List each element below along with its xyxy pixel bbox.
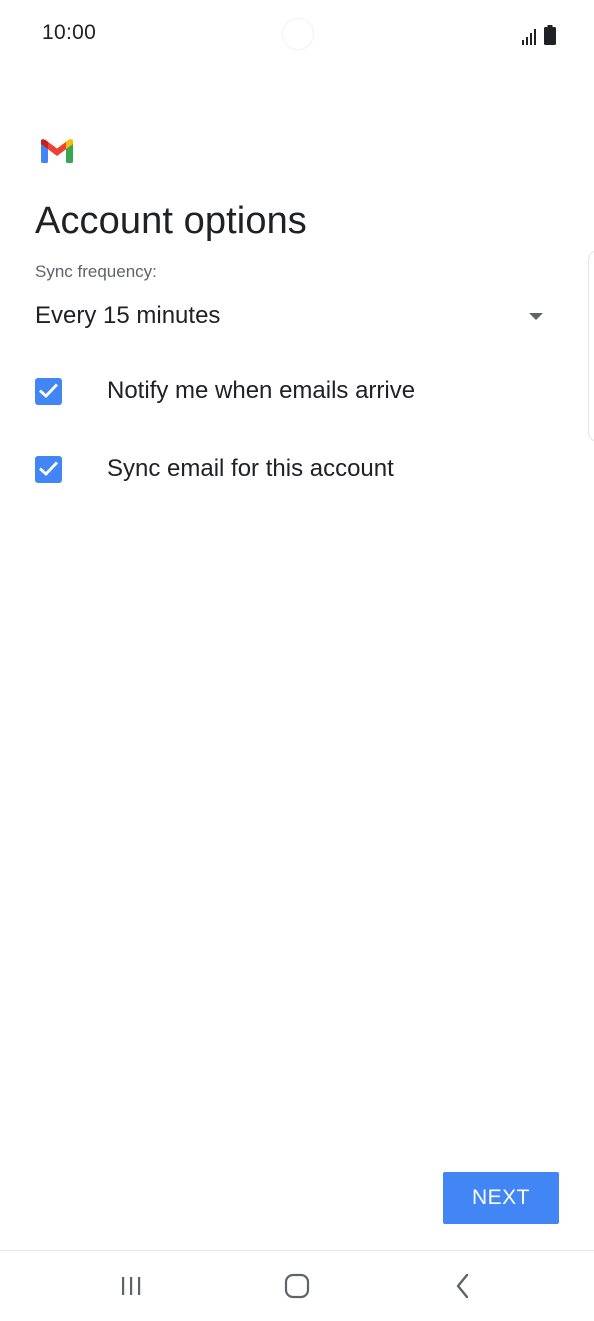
recent-apps-button[interactable] <box>86 1251 176 1321</box>
status-icons <box>522 23 556 45</box>
notify-label: Notify me when emails arrive <box>107 377 416 404</box>
back-button[interactable] <box>418 1251 508 1321</box>
home-button[interactable] <box>252 1251 342 1321</box>
notify-checkbox[interactable] <box>35 378 62 405</box>
edge-panel-handle[interactable] <box>588 250 594 442</box>
sync-frequency-dropdown[interactable]: Every 15 minutes <box>35 298 555 338</box>
sync-email-label: Sync email for this account <box>107 455 394 482</box>
back-icon <box>456 1273 469 1299</box>
page-title: Account options <box>35 200 307 242</box>
battery-icon <box>544 25 556 45</box>
recent-apps-icon <box>122 1277 141 1295</box>
gmail-logo-icon <box>41 139 73 163</box>
signal-icon <box>522 29 536 45</box>
sync-email-checkbox[interactable] <box>35 456 62 483</box>
camera-cutout <box>282 18 314 50</box>
dropdown-arrow-icon <box>529 313 543 320</box>
status-time: 10:00 <box>42 21 97 44</box>
sync-frequency-value: Every 15 minutes <box>35 302 221 329</box>
navigation-bar <box>0 1250 594 1321</box>
sync-email-option[interactable]: Sync email for this account <box>35 449 555 489</box>
status-bar: 10:00 <box>0 0 594 70</box>
notify-option[interactable]: Notify me when emails arrive <box>35 371 555 411</box>
home-icon <box>284 1273 310 1299</box>
next-button[interactable]: NEXT <box>443 1172 559 1224</box>
checkmark-icon <box>39 383 58 398</box>
sync-frequency-label: Sync frequency: <box>35 262 157 281</box>
checkmark-icon <box>39 461 58 476</box>
